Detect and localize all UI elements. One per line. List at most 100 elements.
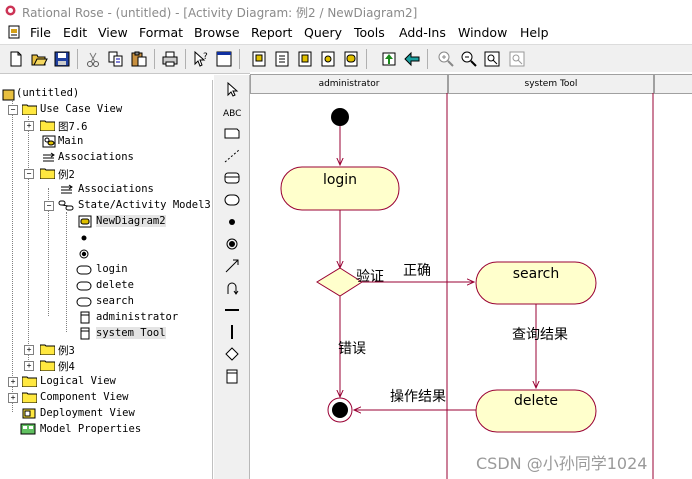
decision-icon[interactable] [222, 345, 242, 363]
text-box-icon[interactable]: ABC [222, 103, 242, 121]
tree-item-untitled[interactable]: (untitled) [16, 87, 79, 99]
tree-item-fig76[interactable]: 图7.6 [58, 119, 87, 134]
save-icon[interactable] [53, 50, 71, 68]
svg-text:?: ? [203, 52, 208, 62]
menu-view[interactable]: View [98, 25, 128, 40]
expand-toggle[interactable]: + [24, 361, 34, 371]
browse-previous-icon[interactable] [403, 50, 421, 68]
new-icon[interactable] [7, 50, 25, 68]
decision-label: 验证 [356, 269, 384, 285]
paste-icon[interactable] [130, 50, 148, 68]
undo-fit-icon[interactable] [508, 50, 526, 68]
window-title: Rational Rose - (untitled) - [Activity D… [22, 6, 418, 20]
folder-icon [40, 360, 55, 371]
cut-icon[interactable] [84, 50, 102, 68]
menu-edit[interactable]: Edit [63, 25, 87, 40]
end-state-inner [332, 402, 348, 418]
component-diagram-icon[interactable] [296, 50, 314, 68]
fit-window-icon[interactable] [483, 50, 501, 68]
menu-help[interactable]: Help [520, 25, 549, 40]
tree-item-deployment-view[interactable]: Deployment View [40, 407, 135, 419]
document-icon[interactable] [7, 25, 21, 39]
tree-item-ex4[interactable]: 例4 [58, 359, 75, 374]
view-doc-icon[interactable] [215, 50, 233, 68]
swimlane-icon [80, 311, 90, 324]
zoom-in-icon[interactable] [437, 50, 455, 68]
start-state-icon[interactable] [222, 213, 242, 231]
tree-item-ex2-associations[interactable]: Associations [78, 183, 154, 195]
self-transition-icon[interactable] [222, 279, 242, 297]
transition-icon[interactable] [222, 257, 242, 275]
diagram-toolbox: ABC [214, 75, 250, 479]
toolbar-separator [154, 49, 155, 69]
state-diagram-icon[interactable] [342, 50, 360, 68]
collapse-toggle[interactable]: − [44, 201, 54, 211]
collapse-toggle[interactable]: − [24, 169, 34, 179]
tree-item-use-case-view[interactable]: Use Case View [40, 103, 122, 115]
class-diagram-icon[interactable] [250, 50, 268, 68]
tree-item-ex2[interactable]: 例2 [58, 167, 75, 182]
menu-report[interactable]: Report [251, 25, 292, 40]
tree-item-associations[interactable]: Associations [58, 151, 134, 163]
activity-diagram-canvas[interactable]: administrator system Tool login 验证 正确 se… [250, 72, 692, 479]
tree-item-login[interactable]: login [96, 263, 128, 275]
expand-toggle[interactable]: + [24, 121, 34, 131]
expand-toggle[interactable]: + [8, 377, 18, 387]
end-state-icon[interactable] [79, 249, 89, 259]
tree-item-logical-view[interactable]: Logical View [40, 375, 116, 387]
menu-window[interactable]: Window [458, 25, 507, 40]
vertical-sync-icon[interactable] [222, 323, 242, 341]
context-help-icon[interactable]: ? [192, 50, 210, 68]
folder-icon [22, 376, 37, 387]
menu-file[interactable]: File [30, 25, 51, 40]
activity-diagram-icon [78, 215, 92, 228]
expand-toggle[interactable]: + [24, 345, 34, 355]
zoom-out-icon[interactable] [460, 50, 478, 68]
collapse-toggle[interactable]: − [8, 105, 18, 115]
tree-connector [12, 92, 13, 412]
activity-icon[interactable] [222, 191, 242, 209]
open-icon[interactable] [30, 50, 48, 68]
tree-item-system-tool[interactable]: system Tool [96, 327, 166, 339]
state-icon[interactable] [222, 169, 242, 187]
interaction-diagram-icon[interactable] [273, 50, 291, 68]
print-icon[interactable] [161, 50, 179, 68]
browse-parent-icon[interactable] [380, 50, 398, 68]
tree-item-delete[interactable]: delete [96, 279, 134, 291]
menu-add-ins[interactable]: Add-Ins [399, 25, 446, 40]
selection-arrow-icon[interactable] [222, 81, 242, 99]
menu-browse[interactable]: Browse [194, 25, 240, 40]
folder-icon [40, 120, 55, 131]
deployment-diagram-icon[interactable] [319, 50, 337, 68]
activity-search-label: search [513, 266, 560, 282]
tree-item-search[interactable]: search [96, 295, 134, 307]
transition-label-error: 错误 [338, 341, 366, 357]
diagram-drawing: login 验证 正确 search 查询结果 delete 操作结果 错误 [280, 93, 654, 479]
horizontal-sync-icon[interactable] [222, 301, 242, 319]
menu-tools[interactable]: Tools [354, 25, 385, 40]
tree-item-state-activity-model3[interactable]: State/Activity Model3 [78, 199, 211, 211]
anchor-note-icon[interactable] [222, 147, 242, 165]
swimlane-icon[interactable] [222, 367, 242, 385]
tree-item-model-properties[interactable]: Model Properties [40, 423, 141, 435]
copy-icon[interactable] [107, 50, 125, 68]
associations-icon [43, 152, 55, 162]
expand-toggle[interactable]: + [8, 393, 18, 403]
tree-item-new-diagram2[interactable]: NewDiagram2 [96, 215, 166, 227]
tree-item-component-view[interactable]: Component View [40, 391, 129, 403]
toolbar-separator [77, 49, 78, 69]
start-state[interactable] [331, 108, 349, 126]
activity-icon [76, 265, 92, 275]
start-state-icon[interactable] [80, 234, 88, 242]
menu-format[interactable]: Format [139, 25, 183, 40]
note-icon[interactable] [222, 125, 242, 143]
menu-query[interactable]: Query [304, 25, 342, 40]
toolbar-separator [185, 49, 186, 69]
tree-item-administrator[interactable]: administrator [96, 311, 178, 323]
tree-item-ex3[interactable]: 例3 [58, 343, 75, 358]
tree-item-main[interactable]: Main [58, 135, 83, 147]
end-state-icon[interactable] [222, 235, 242, 253]
activity-icon [76, 297, 92, 307]
transition-label-query-result: 查询结果 [512, 327, 568, 343]
state-activity-model-icon [58, 200, 74, 211]
